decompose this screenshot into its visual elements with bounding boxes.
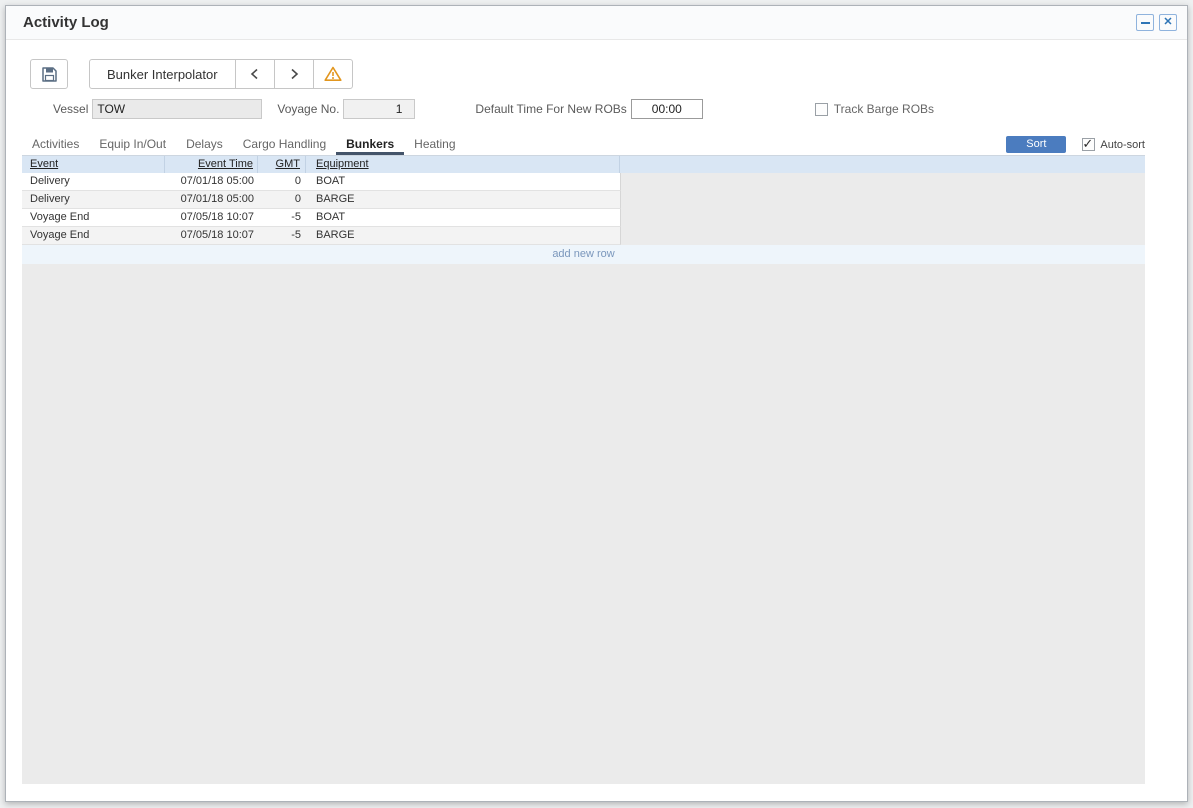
column-header-filler [620, 156, 1145, 173]
minimize-icon [1141, 22, 1150, 24]
track-barge-robs-checkbox[interactable] [815, 103, 828, 116]
sort-button[interactable]: Sort [1006, 136, 1066, 153]
cell-equipment: BARGE [306, 191, 620, 208]
close-button[interactable]: ✕ [1159, 14, 1177, 31]
column-header-event-time[interactable]: Event Time [165, 156, 258, 173]
tab-heating[interactable]: Heating [404, 137, 465, 155]
column-header-gmt[interactable]: GMT [258, 156, 306, 173]
cell-gmt: -5 [258, 227, 306, 244]
grid-header-row: Event Event Time GMT Equipment [22, 156, 1145, 173]
table-row[interactable]: Voyage End 07/05/18 10:07 -5 BARGE [22, 227, 621, 245]
table-row[interactable]: Delivery 07/01/18 05:00 0 BARGE [22, 191, 621, 209]
save-button[interactable] [30, 59, 68, 89]
add-new-row-label: add new row [552, 248, 614, 260]
tab-cargo-handling[interactable]: Cargo Handling [233, 137, 336, 155]
auto-sort-checkbox[interactable] [1082, 138, 1095, 151]
cell-event: Voyage End [22, 209, 165, 226]
cell-gmt: -5 [258, 209, 306, 226]
window-controls: ✕ [1136, 14, 1177, 31]
vessel-input[interactable] [92, 99, 262, 119]
titlebar: Activity Log ✕ [6, 6, 1187, 40]
column-header-event[interactable]: Event [22, 156, 165, 173]
window-title: Activity Log [23, 14, 109, 31]
validation-warning-button[interactable] [313, 59, 353, 89]
close-icon: ✕ [1163, 17, 1172, 28]
tab-delays[interactable]: Delays [176, 137, 233, 155]
toolbar-button-group: Bunker Interpolator [89, 59, 353, 89]
prev-voyage-button[interactable] [235, 59, 275, 89]
cell-equipment: BOAT [306, 209, 620, 226]
warning-icon [324, 66, 342, 82]
voyage-no-label: Voyage No. [277, 102, 339, 116]
activity-log-window: Activity Log ✕ Bunker Interpolator [5, 5, 1188, 802]
cell-event-time: 07/01/18 05:00 [165, 191, 258, 208]
default-time-input[interactable] [631, 99, 703, 119]
cell-gmt: 0 [258, 191, 306, 208]
toolbar: Bunker Interpolator [30, 59, 1187, 89]
grid-empty-area [22, 264, 1145, 784]
voyage-no-input[interactable] [343, 99, 415, 119]
chevron-right-icon [287, 67, 301, 81]
cell-gmt: 0 [258, 173, 306, 190]
cell-event-time: 07/05/18 10:07 [165, 209, 258, 226]
default-time-label: Default Time For New ROBs [475, 102, 626, 116]
cell-event: Voyage End [22, 227, 165, 244]
add-new-row[interactable]: add new row [22, 245, 1145, 264]
cell-event-time: 07/01/18 05:00 [165, 173, 258, 190]
save-icon [41, 66, 58, 83]
next-voyage-button[interactable] [274, 59, 314, 89]
vessel-label: Vessel [53, 102, 88, 116]
cell-event: Delivery [22, 191, 165, 208]
tab-strip: Activities Equip In/Out Delays Cargo Han… [22, 136, 1145, 155]
tab-equip-in-out[interactable]: Equip In/Out [89, 137, 176, 155]
track-barge-robs-label: Track Barge ROBs [834, 102, 934, 116]
cell-equipment: BOAT [306, 173, 620, 190]
minimize-button[interactable] [1136, 14, 1154, 31]
grid-body: Delivery 07/01/18 05:00 0 BOAT Delivery … [22, 173, 1145, 784]
cell-event-time: 07/05/18 10:07 [165, 227, 258, 244]
table-row[interactable]: Delivery 07/01/18 05:00 0 BOAT [22, 173, 621, 191]
tab-bunkers[interactable]: Bunkers [336, 137, 404, 155]
bunkers-grid: Event Event Time GMT Equipment Delivery … [22, 155, 1145, 784]
bunker-interpolator-button[interactable]: Bunker Interpolator [89, 59, 236, 89]
cell-event: Delivery [22, 173, 165, 190]
tab-activities[interactable]: Activities [22, 137, 89, 155]
auto-sort-label: Auto-sort [1100, 139, 1145, 151]
cell-equipment: BARGE [306, 227, 620, 244]
chevron-left-icon [248, 67, 262, 81]
sort-controls: Sort Auto-sort [1006, 136, 1145, 155]
table-row[interactable]: Voyage End 07/05/18 10:07 -5 BOAT [22, 209, 621, 227]
column-header-equipment[interactable]: Equipment [306, 156, 620, 173]
voyage-form-row: Vessel Voyage No. Default Time For New R… [53, 99, 1187, 119]
